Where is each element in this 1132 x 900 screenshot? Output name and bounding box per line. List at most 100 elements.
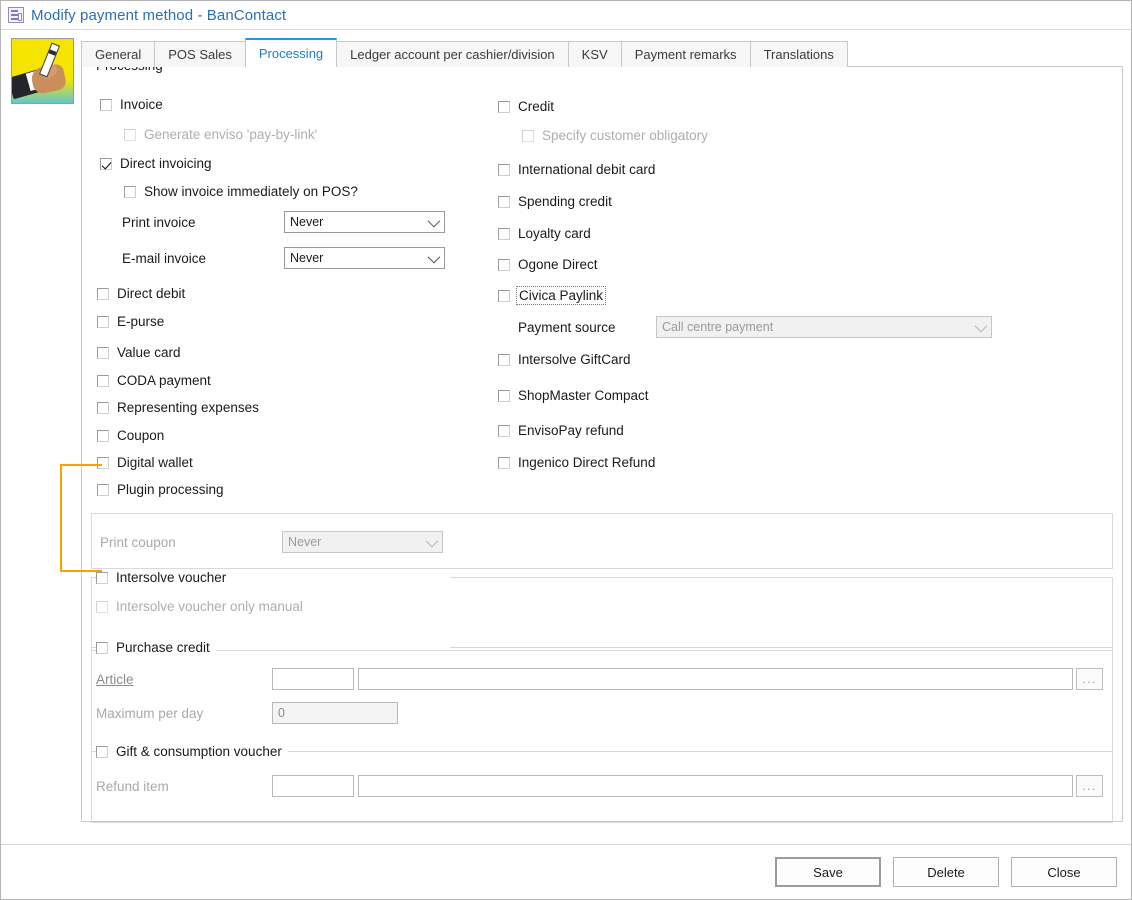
checkbox-ogone-direct[interactable]: Ogone Direct [498, 257, 598, 272]
checkbox-specify-customer-obligatory-box [522, 130, 534, 142]
maximum-per-day-input[interactable]: 0 [272, 702, 398, 724]
checkbox-invoice-box[interactable] [100, 99, 112, 111]
checkbox-value-card[interactable]: Value card [97, 345, 181, 360]
save-button[interactable]: Save [775, 857, 881, 887]
checkbox-intersolve-voucher-only-manual-label: Intersolve voucher only manual [116, 599, 303, 614]
checkbox-intersolve-voucher[interactable]: Intersolve voucher [96, 570, 232, 585]
chevron-down-icon[interactable] [420, 248, 444, 268]
tab-processing[interactable]: Processing [245, 38, 337, 67]
article-browse-button[interactable]: ... [1076, 668, 1103, 690]
checkbox-digital-wallet[interactable]: Digital wallet [97, 455, 193, 470]
checkbox-representing-expenses[interactable]: Representing expenses [97, 400, 259, 415]
checkbox-gift-consumption-voucher-box[interactable] [96, 746, 108, 758]
gift-panel-right-edge [1112, 751, 1113, 823]
checkbox-spending-credit-label: Spending credit [518, 194, 612, 209]
tab-pos-sales[interactable]: POS Sales [154, 41, 246, 67]
checkbox-specify-customer-obligatory: Specify customer obligatory [522, 128, 708, 143]
delete-button[interactable]: Delete [893, 857, 999, 887]
checkbox-specify-customer-obligatory-label: Specify customer obligatory [542, 128, 708, 143]
checkbox-plugin-processing[interactable]: Plugin processing [97, 482, 224, 497]
print-coupon-dropdown[interactable]: Never [282, 531, 443, 553]
chevron-down-icon[interactable] [967, 317, 991, 337]
window-title: Modify payment method - BanContact [31, 7, 286, 24]
checkbox-show-invoice-on-pos-label: Show invoice immediately on POS? [144, 184, 358, 199]
checkbox-representing-expenses-box[interactable] [97, 402, 109, 414]
field-print-coupon: Print coupon Never [100, 531, 443, 553]
chevron-down-icon[interactable] [418, 532, 442, 552]
checkbox-invoice[interactable]: Invoice [100, 97, 163, 112]
payment-source-label: Payment source [518, 320, 656, 335]
checkbox-loyalty-card[interactable]: Loyalty card [498, 226, 591, 241]
checkbox-envisopay-refund-box[interactable] [498, 425, 510, 437]
checkbox-international-debit-card-box[interactable] [498, 164, 510, 176]
checkbox-intersolve-voucher-label: Intersolve voucher [116, 570, 226, 585]
intersolve-panel-bottom [91, 650, 1113, 651]
checkbox-e-purse[interactable]: E-purse [97, 314, 164, 329]
field-refund-item: Refund item ... [96, 775, 1106, 797]
checkbox-intersolve-giftcard-box[interactable] [498, 354, 510, 366]
article-label[interactable]: Article [96, 672, 272, 687]
checkbox-e-purse-label: E-purse [117, 314, 164, 329]
checkbox-coupon[interactable]: Coupon [97, 428, 164, 443]
checkbox-gift-consumption-voucher[interactable]: Gift & consumption voucher [96, 744, 288, 759]
checkbox-ingenico-direct-refund-box[interactable] [498, 457, 510, 469]
print-invoice-dropdown[interactable]: Never [284, 211, 445, 233]
field-print-invoice: Print invoice Never [122, 211, 445, 233]
field-maximum-per-day: Maximum per day 0 [96, 702, 398, 724]
field-payment-source: Payment source Call centre payment [518, 316, 992, 338]
checkbox-purchase-credit[interactable]: Purchase credit [96, 640, 216, 655]
email-invoice-dropdown[interactable]: Never [284, 247, 445, 269]
chevron-down-icon[interactable] [420, 212, 444, 232]
refund-item-code-input[interactable] [272, 775, 354, 797]
checkbox-coupon-box[interactable] [97, 430, 109, 442]
checkbox-civica-paylink-box[interactable] [498, 290, 510, 302]
checkbox-ingenico-direct-refund[interactable]: Ingenico Direct Refund [498, 455, 655, 470]
refund-item-name-input[interactable] [358, 775, 1073, 797]
checkbox-spending-credit-box[interactable] [498, 196, 510, 208]
article-name-input[interactable] [358, 668, 1073, 690]
checkbox-show-invoice-on-pos-box[interactable] [124, 186, 136, 198]
refund-item-browse-button[interactable]: ... [1076, 775, 1103, 797]
checkbox-civica-paylink-label: Civica Paylink [518, 288, 604, 303]
checkbox-direct-invoicing[interactable]: Direct invoicing [100, 156, 212, 171]
payment-source-dropdown[interactable]: Call centre payment [656, 316, 992, 338]
checkbox-coda-payment-box[interactable] [97, 375, 109, 387]
checkbox-direct-invoicing-box[interactable] [100, 158, 112, 170]
checkbox-intersolve-giftcard[interactable]: Intersolve GiftCard [498, 352, 631, 367]
checkbox-shopmaster-compact-box[interactable] [498, 390, 510, 402]
tab-ledger-account[interactable]: Ledger account per cashier/division [336, 41, 569, 67]
tab-content-area: General POS Sales Processing Ledger acco… [81, 38, 1123, 844]
close-button[interactable]: Close [1011, 857, 1117, 887]
checkbox-value-card-label: Value card [117, 345, 181, 360]
checkbox-coda-payment[interactable]: CODA payment [97, 373, 211, 388]
checkbox-ogone-direct-box[interactable] [498, 259, 510, 271]
processing-pane: Invoice Generate enviso 'pay-by-link' Di… [82, 67, 1122, 821]
checkbox-e-purse-box[interactable] [97, 316, 109, 328]
tab-payment-remarks[interactable]: Payment remarks [621, 41, 751, 67]
checkbox-international-debit-card[interactable]: International debit card [498, 162, 655, 177]
tab-translations[interactable]: Translations [750, 41, 848, 67]
email-invoice-value: Never [290, 251, 323, 265]
checkbox-coda-payment-label: CODA payment [117, 373, 211, 388]
tab-strip: General POS Sales Processing Ledger acco… [81, 38, 1123, 67]
checkbox-envisopay-refund-label: EnvisoPay refund [518, 423, 624, 438]
checkbox-direct-debit-box[interactable] [97, 288, 109, 300]
checkbox-direct-debit[interactable]: Direct debit [97, 286, 185, 301]
checkbox-spending-credit[interactable]: Spending credit [498, 194, 612, 209]
tab-general[interactable]: General [81, 41, 155, 67]
checkbox-loyalty-card-box[interactable] [498, 228, 510, 240]
checkbox-generate-pay-by-link-label: Generate enviso 'pay-by-link' [144, 127, 317, 142]
checkbox-shopmaster-compact[interactable]: ShopMaster Compact [498, 388, 649, 403]
refund-item-label: Refund item [96, 779, 272, 794]
checkbox-invoice-label: Invoice [120, 97, 163, 112]
checkbox-civica-paylink[interactable]: Civica Paylink [498, 288, 604, 303]
checkbox-value-card-box[interactable] [97, 347, 109, 359]
checkbox-show-invoice-on-pos[interactable]: Show invoice immediately on POS? [124, 184, 358, 199]
article-code-input[interactable] [272, 668, 354, 690]
tab-ksv[interactable]: KSV [568, 41, 622, 67]
checkbox-purchase-credit-box[interactable] [96, 642, 108, 654]
checkbox-envisopay-refund[interactable]: EnvisoPay refund [498, 423, 624, 438]
checkbox-credit-box[interactable] [498, 101, 510, 113]
checkbox-credit[interactable]: Credit [498, 99, 554, 114]
checkbox-intersolve-voucher-box[interactable] [96, 572, 108, 584]
